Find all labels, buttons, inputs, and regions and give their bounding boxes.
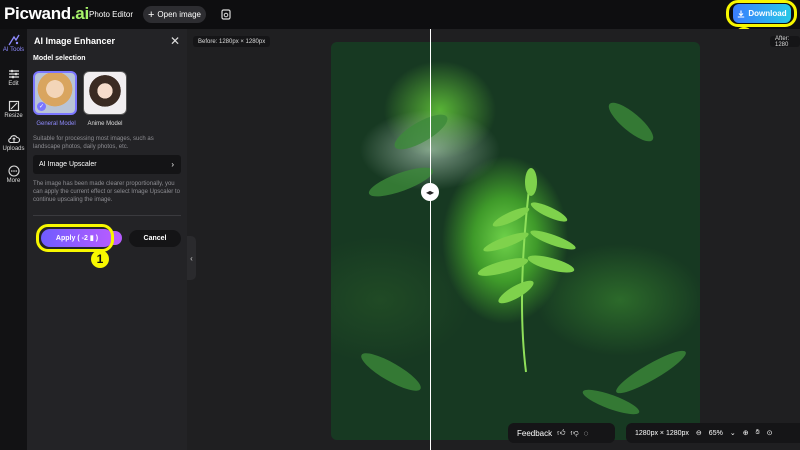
check-icon: ✓ xyxy=(37,102,46,111)
chevron-left-icon: ‹ xyxy=(190,253,193,263)
ai-tools-icon xyxy=(7,34,20,46)
rail-item-more[interactable]: More xyxy=(0,165,27,184)
chevron-down-icon[interactable]: ⌄ xyxy=(730,429,736,437)
enhance-note: The image has been made clearer proporti… xyxy=(33,181,180,203)
rail-label: More xyxy=(6,178,21,184)
fit-icon[interactable]: ⊙ xyxy=(767,429,773,437)
zoom-bar: 1280px × 1280px ⊖ 65% ⌄ ⊕ ✋︎ ⊙ xyxy=(626,423,800,443)
rail-label: Edit xyxy=(8,81,19,87)
zoom-in-icon[interactable]: ⊕ xyxy=(743,429,749,437)
photo-editor-link[interactable]: Photo Editor xyxy=(89,6,133,23)
history-icon[interactable] xyxy=(221,6,233,23)
after-tag: After: 1280 xyxy=(770,36,800,48)
rail-label: Uploads xyxy=(2,146,25,152)
rail-label: AI Tools xyxy=(2,47,25,53)
close-icon[interactable]: ✕ xyxy=(170,34,180,48)
rail-item-uploads[interactable]: Uploads xyxy=(0,133,27,152)
apply-cost-close: ) xyxy=(95,234,99,242)
panel-title: AI Image Enhancer xyxy=(34,36,116,46)
cancel-button[interactable]: Cancel xyxy=(129,230,181,247)
general-model-card[interactable]: ✓ xyxy=(33,71,77,115)
top-bar: Picwand.ai Photo Editor + Open image Dow… xyxy=(0,0,800,29)
apply-button[interactable]: Apply ( -2 ▮ ) xyxy=(41,229,113,247)
feedback-label[interactable]: Feedback xyxy=(517,429,552,438)
feedback-bar: Feedback 👍︎ 👎︎ ◌ xyxy=(508,423,615,443)
more-icon xyxy=(7,165,20,177)
download-button[interactable]: Download xyxy=(733,4,791,23)
left-rail: AI Tools Edit Resize Uploads More xyxy=(0,29,27,450)
hand-icon[interactable]: ✋︎ xyxy=(756,429,760,437)
zoom-level[interactable]: 65% xyxy=(709,430,723,437)
upscaler-label: AI Image Upscaler xyxy=(39,161,97,168)
apply-label: Apply xyxy=(55,234,76,242)
credit-icon: ▮ xyxy=(89,235,94,242)
collapse-panel-button[interactable]: ‹ xyxy=(187,236,196,280)
divider xyxy=(33,215,181,216)
logo-ai-text: .ai xyxy=(70,4,89,23)
anime-model-label: Anime Model xyxy=(87,121,123,127)
upload-icon xyxy=(7,135,20,144)
general-model-label: General Model xyxy=(36,121,76,127)
download-label: Download xyxy=(748,9,787,18)
model-description: Suitable for processing most images, suc… xyxy=(33,136,154,150)
resize-icon xyxy=(8,100,19,112)
arrows-horizontal-icon: ◂▸ xyxy=(425,187,435,197)
thumbs-down-icon[interactable]: 👎︎ xyxy=(571,428,579,438)
logo-text: Picwand xyxy=(4,4,71,23)
preview-image[interactable] xyxy=(331,42,700,440)
fern-illustration xyxy=(361,102,686,415)
image-dimensions: 1280px × 1280px xyxy=(635,429,689,437)
rail-item-ai-tools[interactable]: AI Tools xyxy=(0,34,27,53)
rail-item-edit[interactable]: Edit xyxy=(0,68,27,87)
compare-handle[interactable]: ◂▸ xyxy=(421,183,439,201)
thumbs-up-icon[interactable]: 👍︎ xyxy=(557,428,565,438)
rail-item-resize[interactable]: Resize xyxy=(0,100,27,119)
apply-cost: ( -2 xyxy=(77,234,88,242)
rail-label: Resize xyxy=(4,113,23,119)
compare-divider-line[interactable] xyxy=(430,29,431,450)
download-icon xyxy=(738,10,745,18)
open-image-button[interactable]: + Open image xyxy=(143,6,206,23)
anime-model-card[interactable] xyxy=(83,71,127,115)
open-image-label: Open image xyxy=(157,10,202,19)
chevron-right-icon: › xyxy=(171,160,174,169)
model-selection-heading: Model selection xyxy=(33,55,86,62)
plus-icon: + xyxy=(147,8,155,21)
annotation-badge-1: 1 xyxy=(91,250,109,268)
comment-icon[interactable]: ◌ xyxy=(584,429,589,438)
sliders-icon xyxy=(8,69,19,79)
logo[interactable]: Picwand.ai xyxy=(4,4,89,24)
ai-image-upscaler-button[interactable]: AI Image Upscaler › xyxy=(33,155,181,174)
zoom-out-icon[interactable]: ⊖ xyxy=(696,429,702,437)
before-tag: Before: 1280px × 1280px xyxy=(193,36,271,47)
